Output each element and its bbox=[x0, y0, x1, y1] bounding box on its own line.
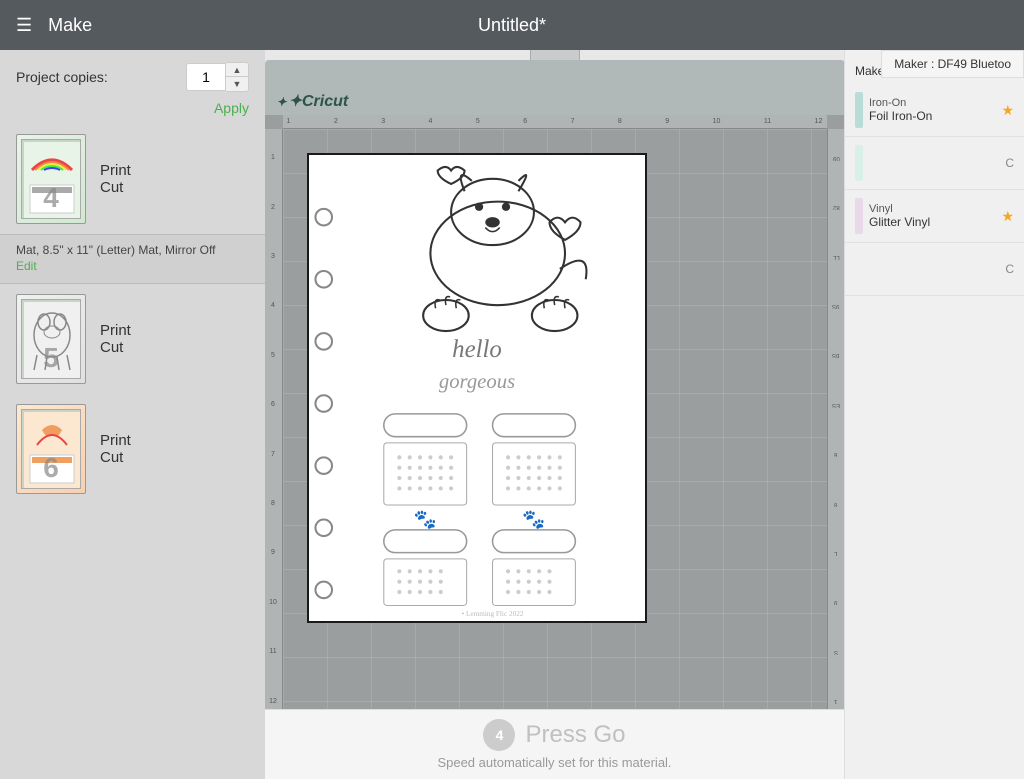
mat-thumbnail-6: 6 bbox=[16, 404, 86, 494]
material-info-glitter: Vinyl Glitter Vinyl bbox=[869, 203, 995, 229]
material-name-vinyl: Vinyl bbox=[869, 203, 995, 215]
c-icon-4: C bbox=[1005, 262, 1014, 276]
mat-info-section: Mat, 8.5" x 11" (Letter) Mat, Mirror Off… bbox=[0, 234, 265, 284]
material-item-4[interactable]: C bbox=[845, 243, 1024, 296]
item-6-label1: Print bbox=[100, 432, 131, 449]
mat-edit-link[interactable]: Edit bbox=[16, 259, 37, 273]
material-item-foil-iron-on[interactable]: Iron-On Foil Iron-On ★ bbox=[845, 84, 1024, 137]
mat-thumbnail-4: 4 bbox=[16, 134, 86, 224]
material-item-glitter-vinyl[interactable]: Vinyl Glitter Vinyl ★ bbox=[845, 190, 1024, 243]
svg-text:hello: hello bbox=[452, 336, 502, 363]
sidebar-items-list: 4 Print Cut Mat, 8.5" x 11" (Letter) Mat… bbox=[0, 124, 265, 779]
copies-input[interactable] bbox=[186, 63, 226, 91]
c-icon-2: C bbox=[1005, 156, 1014, 170]
item-5-label2: Cut bbox=[100, 339, 131, 356]
right-panel: Maker : DF49 Bluetoo Iron-On Foil Iron-O… bbox=[844, 50, 1024, 779]
material-color-foil-iron-on bbox=[855, 92, 863, 128]
item-5-label: Print Cut bbox=[100, 322, 131, 356]
item-4-label1: Print bbox=[100, 162, 131, 179]
material-type-vinyl: Glitter Vinyl bbox=[869, 215, 995, 229]
material-name-foil: Iron-On bbox=[869, 97, 995, 109]
app-label: Make bbox=[48, 15, 92, 36]
bottom-bar: 4 Press Go Speed automatically set for t… bbox=[265, 709, 844, 779]
apply-button[interactable]: Apply bbox=[214, 100, 249, 116]
svg-text:🐾: 🐾 bbox=[522, 510, 545, 531]
copies-input-group: ▲ ▼ bbox=[186, 62, 249, 92]
mat-grid-area: hello gorgeous bbox=[283, 129, 827, 726]
ruler-right: 09 82 LL 9S bS ES 6 8 L 9 S 1 bbox=[827, 129, 845, 726]
press-go-section: 4 Press Go bbox=[483, 719, 625, 751]
left-sidebar: Project copies: ▲ ▼ Apply bbox=[0, 50, 265, 779]
material-color-glitter bbox=[855, 198, 863, 234]
project-copies-row: Project copies: ▲ ▼ bbox=[0, 50, 265, 96]
mat-inner-6: 6 bbox=[21, 409, 81, 489]
menu-icon[interactable]: ☰ bbox=[16, 15, 32, 36]
corgi-drawing-svg: hello gorgeous bbox=[309, 155, 645, 621]
copies-stepper: ▲ ▼ bbox=[226, 62, 249, 92]
center-content: ✦Cricut 123456789101112 1 2 3 4 5 6 bbox=[265, 50, 844, 779]
ruler-left: 1 2 3 4 5 6 7 8 9 10 11 12 bbox=[265, 129, 283, 726]
mat-number-6: 6 bbox=[43, 452, 59, 484]
press-go-label: Press Go bbox=[525, 721, 625, 749]
material-type-foil: Foil Iron-On bbox=[869, 109, 995, 123]
project-copies-label: Project copies: bbox=[16, 69, 108, 85]
sidebar-item-4[interactable]: 4 Print Cut bbox=[0, 124, 265, 234]
item-4-label: Print Cut bbox=[100, 162, 131, 196]
star-icon-foil: ★ bbox=[1001, 102, 1014, 119]
material-info-foil-iron-on: Iron-On Foil Iron-On bbox=[869, 97, 995, 123]
page-title: Untitled* bbox=[478, 15, 546, 36]
star-icon-vinyl: ★ bbox=[1001, 208, 1014, 225]
svg-text:• Lemming Flic 2022: • Lemming Flic 2022 bbox=[461, 610, 523, 618]
material-color-4 bbox=[855, 251, 863, 287]
app-header: ☰ Make Untitled* bbox=[0, 0, 1024, 50]
go-step-circle: 4 bbox=[483, 719, 515, 751]
copies-decrement-button[interactable]: ▼ bbox=[226, 77, 248, 91]
sidebar-item-5[interactable]: 5 Print Cut bbox=[0, 284, 265, 394]
apply-btn-row: Apply bbox=[0, 96, 265, 124]
paper-content: hello gorgeous bbox=[307, 153, 647, 623]
item-6-label2: Cut bbox=[100, 449, 131, 466]
item-5-label1: Print bbox=[100, 322, 131, 339]
cricut-mat: ✦Cricut 123456789101112 1 2 3 4 5 6 bbox=[265, 60, 844, 740]
mat-number-4: 4 bbox=[43, 182, 59, 214]
mat-thumbnail-5: 5 bbox=[16, 294, 86, 384]
copies-increment-button[interactable]: ▲ bbox=[226, 63, 248, 77]
mat-inner-4: 4 bbox=[21, 139, 81, 219]
speed-label: Speed automatically set for this materia… bbox=[437, 755, 671, 770]
main-layout: Project copies: ▲ ▼ Apply bbox=[0, 50, 1024, 779]
svg-text:gorgeous: gorgeous bbox=[438, 371, 514, 393]
material-item-2[interactable]: C bbox=[845, 137, 1024, 190]
mat-number-5: 5 bbox=[43, 342, 59, 374]
material-color-2 bbox=[855, 145, 863, 181]
svg-text:🐾: 🐾 bbox=[413, 510, 436, 531]
cricut-mat-header: ✦Cricut bbox=[265, 60, 844, 115]
item-6-label: Print Cut bbox=[100, 432, 131, 466]
ruler-top: 123456789101112 bbox=[283, 115, 827, 129]
mat-info-text: Mat, 8.5" x 11" (Letter) Mat, Mirror Off bbox=[16, 243, 249, 257]
cricut-logo: ✦Cricut bbox=[277, 91, 349, 111]
maker-badge: Maker : DF49 Bluetoo bbox=[881, 50, 1024, 78]
sidebar-item-6[interactable]: 6 Print Cut bbox=[0, 394, 265, 504]
mat-inner-5: 5 bbox=[21, 299, 81, 379]
item-4-label2: Cut bbox=[100, 179, 131, 196]
mat-body: 123456789101112 1 2 3 4 5 6 7 8 9 10 11 … bbox=[265, 115, 844, 740]
